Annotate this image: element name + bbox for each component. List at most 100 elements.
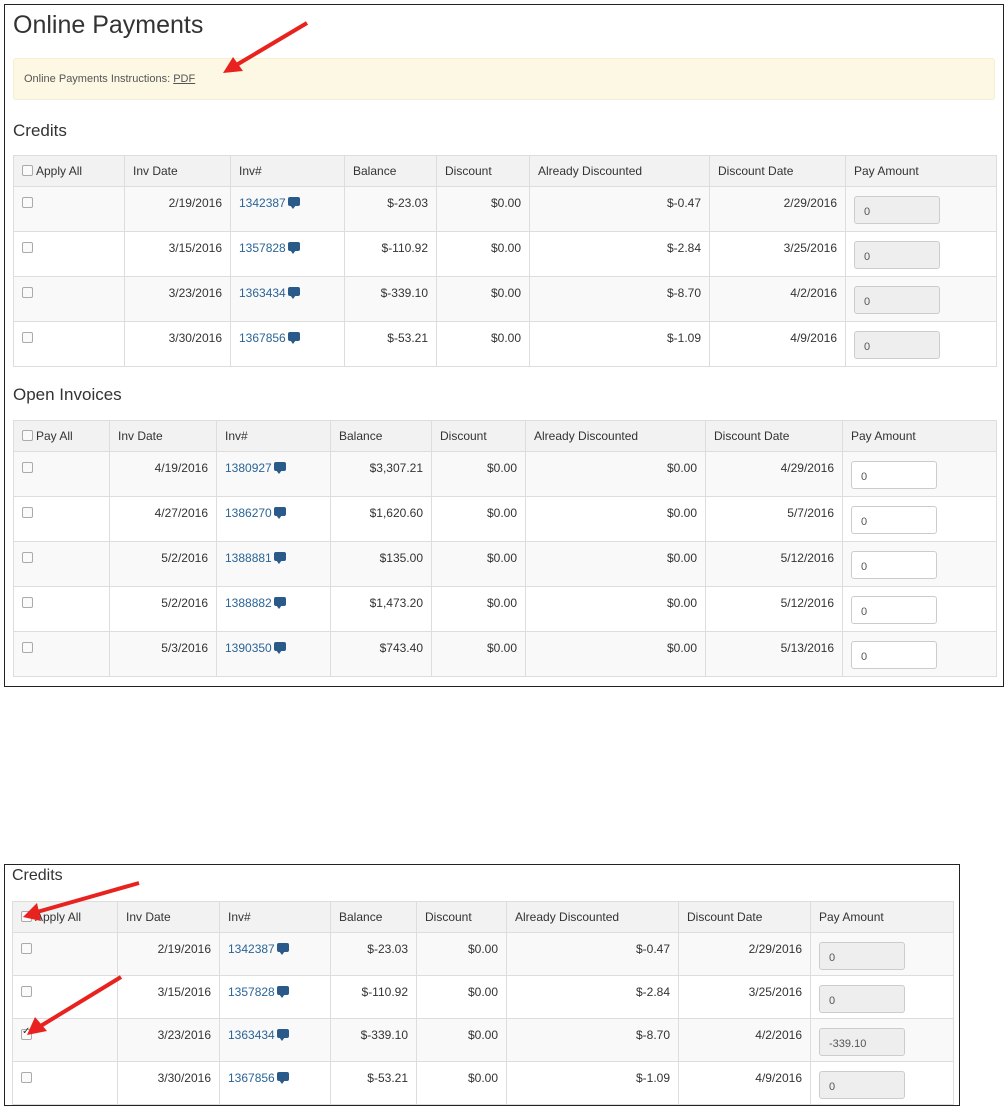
comment-icon[interactable]: [273, 552, 286, 564]
invoice-link[interactable]: 1363434: [239, 286, 286, 300]
comment-icon[interactable]: [287, 332, 300, 344]
pay-amount-input[interactable]: 0: [851, 641, 937, 669]
invoice-link[interactable]: 1342387: [239, 196, 286, 210]
comment-icon[interactable]: [273, 597, 286, 609]
comment-icon[interactable]: [276, 1072, 289, 1084]
discount-date-cell: 4/2/2016: [709, 276, 846, 322]
invoice-link[interactable]: 1357828: [239, 241, 286, 255]
pay-amount-cell: 0: [842, 496, 997, 542]
row-select-cell: [13, 321, 125, 367]
comment-icon[interactable]: [273, 642, 286, 654]
pay-amount-input[interactable]: 0: [851, 551, 937, 579]
pay-amount-input[interactable]: 0: [851, 506, 937, 534]
column-header: Discount: [416, 901, 507, 933]
already-discounted-cell: $0.00: [525, 631, 706, 677]
pay-amount-input[interactable]: 0: [851, 461, 937, 489]
invoice-link[interactable]: 1367856: [228, 1071, 275, 1085]
table-row: 2/19/2016 1342387 $-23.03 $0.00 $-0.47 2/29/2…: [12, 932, 954, 976]
table-row: 3/23/2016 1363434 $-339.10$0.00$-8.704/2/2…: [13, 276, 997, 322]
balance-cell: $1,620.60: [330, 496, 432, 542]
select-all-header[interactable]: Pay All: [13, 420, 110, 452]
select-all-header[interactable]: Apply All: [13, 155, 125, 187]
row-checkbox[interactable]: [22, 197, 33, 208]
row-checkbox[interactable]: [22, 332, 33, 343]
inv-date-cell: 4/19/2016: [109, 451, 217, 497]
inv-date-cell: 4/27/2016: [109, 496, 217, 542]
discount-cell: $0.00: [416, 975, 507, 1019]
already-discounted-cell: $0.00: [525, 586, 706, 632]
comment-icon[interactable]: [276, 943, 289, 955]
pay-amount-input[interactable]: -339.10: [819, 1028, 905, 1056]
pay-amount-cell: 0: [842, 631, 997, 677]
pay-amount-input[interactable]: 0: [851, 596, 937, 624]
discount-cell: $0.00: [431, 496, 526, 542]
inv-number-cell: 1342387: [219, 932, 331, 976]
invoice-link[interactable]: 1342387: [228, 942, 275, 956]
comment-icon[interactable]: [287, 287, 300, 299]
inv-date-cell: 3/15/2016: [117, 975, 220, 1019]
comment-icon[interactable]: [273, 507, 286, 519]
column-header: Inv Date: [109, 420, 217, 452]
select-all-label: Pay All: [36, 429, 73, 443]
open-invoices-table: Pay All Inv Date Inv# Balance Discount Alread…: [13, 420, 997, 677]
column-header: Discount Date: [705, 420, 843, 452]
instructions-pdf-link[interactable]: PDF: [173, 73, 195, 85]
select-all-checkbox[interactable]: [22, 430, 33, 441]
invoice-link[interactable]: 1388882: [225, 596, 272, 610]
discount-date-cell: 5/13/2016: [705, 631, 843, 677]
discount-date-cell: 2/29/2016: [709, 186, 846, 232]
discount-cell: $0.00: [416, 1061, 507, 1105]
row-checkbox[interactable]: [22, 287, 33, 298]
discount-date-cell: 4/9/2016: [678, 1061, 811, 1105]
pay-amount-input: 0: [819, 1071, 905, 1099]
balance-cell: $135.00: [330, 541, 432, 587]
balance-cell: $-110.92: [344, 231, 437, 277]
balance-cell: $-110.92: [330, 975, 417, 1019]
balance-cell: $3,307.21: [330, 451, 432, 497]
inv-date-cell: 5/3/2016: [109, 631, 217, 677]
row-checkbox[interactable]: [22, 642, 33, 653]
comment-icon[interactable]: [273, 462, 286, 474]
comment-icon[interactable]: [287, 242, 300, 254]
already-discounted-cell: $0.00: [525, 496, 706, 542]
column-header: Already Discounted: [506, 901, 679, 933]
row-checkbox[interactable]: [22, 507, 33, 518]
row-checkbox[interactable]: [21, 943, 32, 954]
select-all-checkbox[interactable]: [22, 165, 33, 176]
balance-cell: $1,473.20: [330, 586, 432, 632]
already-discounted-cell: $-2.84: [506, 975, 679, 1019]
balance-cell: $-53.21: [330, 1061, 417, 1105]
comment-icon[interactable]: [287, 197, 300, 209]
row-checkbox[interactable]: [22, 462, 33, 473]
invoice-link[interactable]: 1357828: [228, 985, 275, 999]
column-header: Balance: [330, 420, 432, 452]
inv-date-cell: 3/30/2016: [117, 1061, 220, 1105]
table-row: 5/2/2016 1388881 $135.00 $0.00 $0.00 5/12/201…: [13, 541, 997, 587]
invoice-link[interactable]: 1380927: [225, 461, 272, 475]
row-checkbox[interactable]: [22, 597, 33, 608]
invoice-link[interactable]: 1363434: [228, 1028, 275, 1042]
comment-icon[interactable]: [276, 1029, 289, 1041]
row-checkbox[interactable]: [22, 242, 33, 253]
invoice-link[interactable]: 1390350: [225, 641, 272, 655]
inv-number-cell: 1357828: [219, 975, 331, 1019]
inv-date-cell: 3/23/2016: [117, 1018, 220, 1062]
row-select-cell: [12, 1061, 118, 1105]
already-discounted-cell: $-0.47: [529, 186, 710, 232]
row-checkbox[interactable]: [21, 1072, 32, 1083]
inv-date-cell: 5/2/2016: [109, 586, 217, 632]
balance-cell: $743.40: [330, 631, 432, 677]
comment-icon[interactable]: [276, 986, 289, 998]
discount-cell: $0.00: [431, 541, 526, 587]
row-checkbox[interactable]: [22, 552, 33, 563]
credits-selected-header-row: Apply All Inv Date Inv# Balance Discount Alre…: [12, 901, 954, 933]
instructions-notice: Online Payments Instructions: PDF: [13, 58, 995, 100]
discount-date-cell: 2/29/2016: [678, 932, 811, 976]
row-select-cell: [13, 231, 125, 277]
invoice-link[interactable]: 1367856: [239, 331, 286, 345]
pay-amount-cell: -339.10: [810, 1018, 954, 1062]
pay-amount-cell: 0: [845, 276, 997, 322]
invoice-link[interactable]: 1388881: [225, 551, 272, 565]
invoice-link[interactable]: 1386270: [225, 506, 272, 520]
column-header: Inv#: [219, 901, 331, 933]
